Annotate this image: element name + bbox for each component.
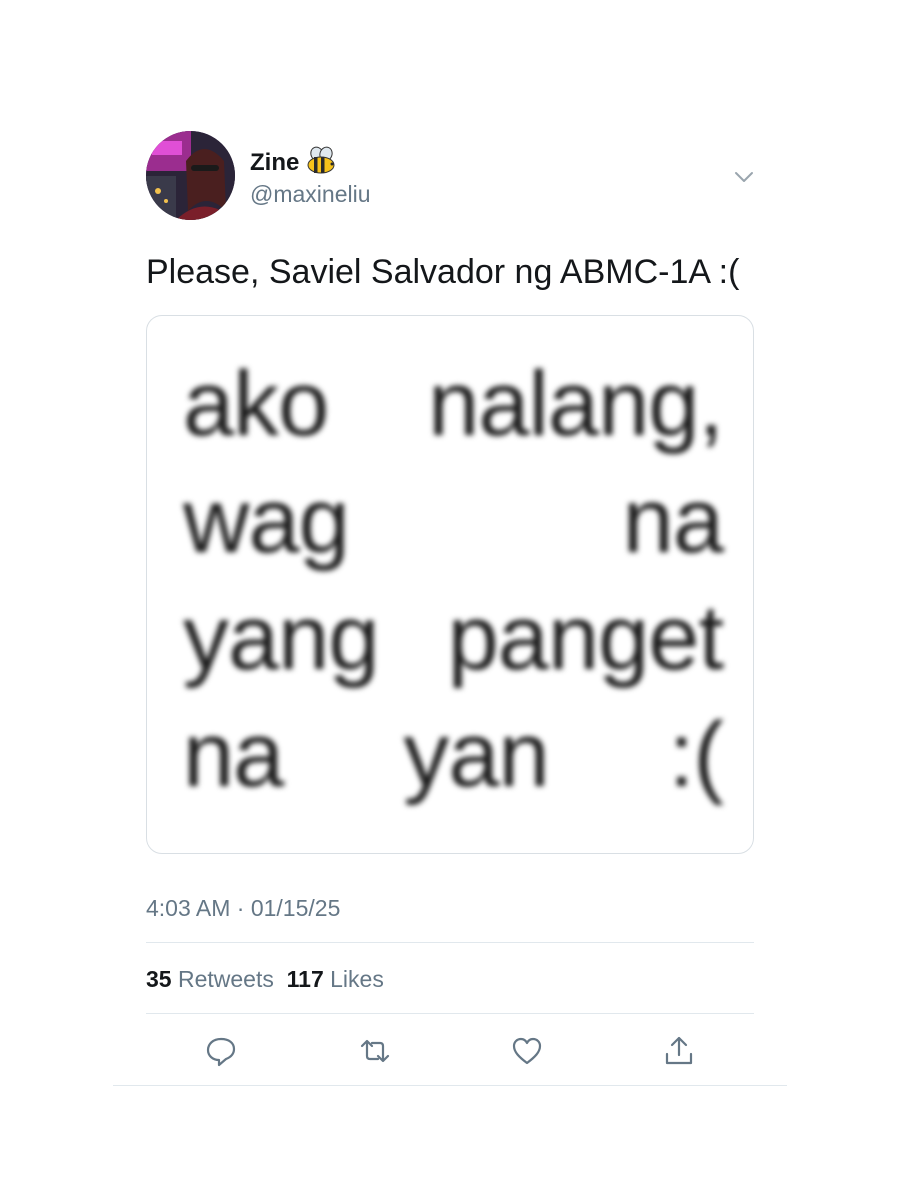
avatar[interactable]	[146, 131, 235, 220]
media-word: :(	[668, 704, 724, 806]
display-name-text: Zine	[250, 149, 300, 176]
retweets-count: 35	[146, 966, 172, 992]
tweet-media[interactable]: ako nalang, wag na yang panget na yan :(	[146, 315, 754, 854]
divider	[113, 1085, 787, 1086]
bee-emoji	[305, 146, 339, 176]
like-icon[interactable]	[510, 1034, 544, 1068]
divider	[146, 1013, 754, 1014]
tweet-actions	[0, 1034, 900, 1068]
divider	[146, 942, 754, 943]
tweet-text: Please, Saviel Salvador ng ABMC-1A :(	[146, 253, 740, 291]
chevron-down-icon[interactable]	[733, 166, 755, 188]
tweet: Zine @maxineliu Please, Saviel Salvador …	[0, 0, 900, 1200]
display-name[interactable]: Zine	[250, 146, 339, 177]
media-line: ako nalang,	[183, 346, 724, 463]
media-word: panget	[447, 587, 724, 689]
media-line: yang panget	[183, 580, 724, 697]
media-word: yan	[403, 704, 549, 806]
reply-icon[interactable]	[204, 1034, 238, 1068]
user-handle[interactable]: @maxineliu	[250, 180, 371, 208]
avatar-photo	[146, 131, 235, 220]
likes-count: 117	[286, 966, 324, 992]
media-line: na yan :(	[183, 697, 724, 814]
media-line: wag na	[183, 463, 724, 580]
media-word: na	[183, 704, 284, 806]
likes-label: Likes	[330, 966, 384, 992]
share-icon[interactable]	[662, 1034, 696, 1068]
likes-stat[interactable]: 117 Likes	[287, 966, 384, 992]
retweets-label: Retweets	[177, 966, 274, 992]
tweet-stats: 35 Retweets 117 Likes	[146, 964, 384, 994]
retweets-stat[interactable]: 35 Retweets	[146, 966, 274, 992]
media-word: yang	[183, 587, 379, 689]
media-word: ako	[183, 353, 329, 455]
media-word: na	[622, 470, 724, 572]
tweet-timestamp[interactable]: 4:03 AM · 01/15/25	[146, 893, 340, 923]
media-word: nalang,	[428, 353, 724, 455]
media-image-text: ako nalang, wag na yang panget na yan :(	[183, 346, 724, 814]
retweet-icon[interactable]	[358, 1034, 392, 1068]
media-word: wag	[183, 470, 350, 572]
